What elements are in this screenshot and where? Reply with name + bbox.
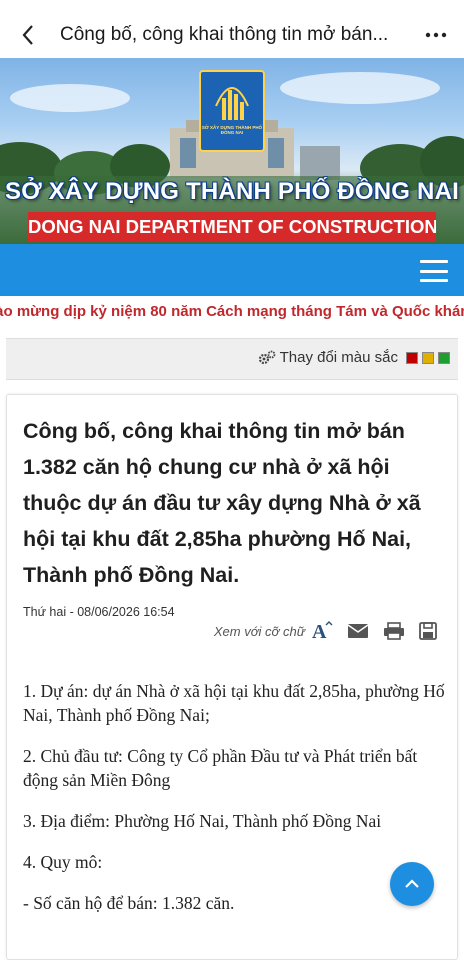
article-card: Công bố, công khai thông tin mở bán 1.38… bbox=[6, 394, 458, 960]
color-switcher-label: Thay đổi màu sắc bbox=[279, 349, 398, 366]
article-paragraph: 3. Địa điểm: Phường Hố Nai, Thành phố Đồ… bbox=[23, 811, 382, 831]
main-nav-bar bbox=[0, 244, 464, 296]
article-date: Thứ hai - 08/06/2026 16:54 bbox=[23, 605, 175, 619]
logo-caption: SỞ XÂY DỰNG THÀNH PHỐ ĐỒNG NAI bbox=[201, 125, 263, 135]
site-banner: SỞ XÂY DỰNG THÀNH PHỐ ĐỒNG NAI SỞ XÂY DỰ… bbox=[0, 58, 464, 244]
hamburger-menu-icon[interactable] bbox=[420, 260, 448, 282]
article-body: 1. Dự án: dự án Nhà ở xã hội tại khu đất… bbox=[23, 679, 451, 932]
save-icon bbox=[419, 622, 437, 640]
article-paragraph: 4. Quy mô: bbox=[23, 852, 103, 872]
page-title: Công bố, công khai thông tin mở bán... bbox=[60, 24, 389, 45]
article-paragraph: 2. Chủ đầu tư: Công ty Cổ phần Đầu tư và… bbox=[23, 746, 418, 790]
color-switcher-bar: Thay đổi màu sắc bbox=[6, 338, 458, 380]
chevron-up-icon bbox=[405, 879, 419, 888]
font-size-button[interactable]: A bbox=[311, 621, 333, 641]
email-icon bbox=[347, 624, 369, 638]
banner-title-english: DONG NAI DEPARTMENT OF CONSTRUCTION bbox=[28, 212, 436, 242]
email-button[interactable] bbox=[347, 623, 369, 639]
color-swatch-yellow[interactable] bbox=[422, 351, 434, 364]
banner-title-vietnamese: SỞ XÂY DỰNG THÀNH PHỐ ĐỒNG NAI bbox=[5, 178, 459, 205]
font-size-label: Xem với cỡ chữ bbox=[213, 623, 305, 639]
news-ticker: hào mừng dịp kỷ niệm 80 năm Cách mạng th… bbox=[0, 298, 464, 328]
font-size-icon: A bbox=[312, 621, 333, 641]
scroll-to-top-button[interactable] bbox=[390, 862, 434, 906]
svg-text:A: A bbox=[312, 621, 327, 641]
article-title: Công bố, công khai thông tin mở bán 1.38… bbox=[23, 419, 421, 587]
save-button[interactable] bbox=[419, 622, 437, 640]
article-paragraph: 1. Dự án: dự án Nhà ở xã hội tại khu đất… bbox=[23, 681, 445, 725]
color-swatch-red[interactable] bbox=[406, 351, 418, 364]
print-button[interactable] bbox=[383, 622, 405, 640]
article-paragraph: - Số căn hộ để bán: 1.382 căn. bbox=[23, 893, 235, 913]
building-logo-icon bbox=[215, 87, 249, 120]
more-horizontal-icon bbox=[425, 32, 447, 38]
print-icon bbox=[384, 622, 404, 640]
color-swatch-green[interactable] bbox=[438, 351, 450, 364]
chevron-left-icon bbox=[22, 25, 33, 45]
article-tools: Xem với cỡ chữ A bbox=[214, 621, 437, 641]
gears-icon bbox=[258, 350, 276, 364]
department-logo: SỞ XÂY DỰNG THÀNH PHỐ ĐỒNG NAI bbox=[199, 70, 265, 152]
news-ticker-text: hào mừng dịp kỷ niệm 80 năm Cách mạng th… bbox=[0, 303, 464, 320]
